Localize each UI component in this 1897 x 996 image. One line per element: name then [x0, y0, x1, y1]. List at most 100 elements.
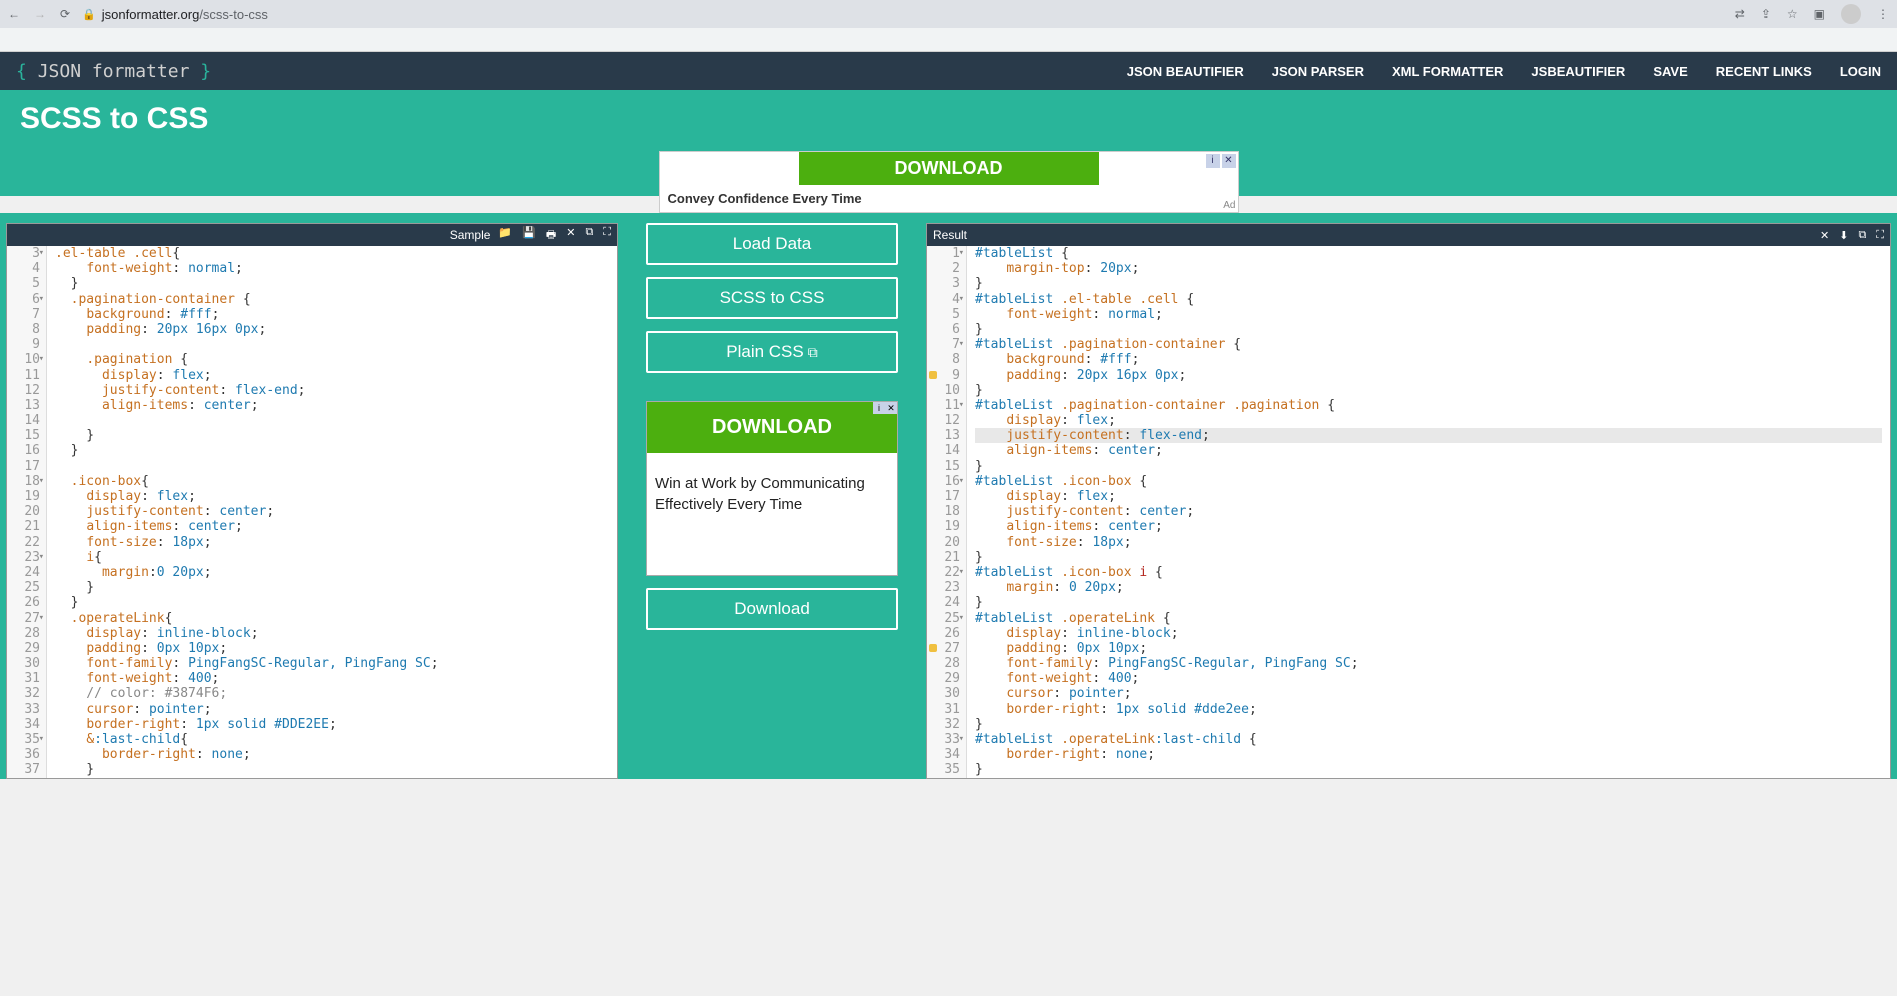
code-line[interactable]: } — [55, 595, 609, 610]
code-line[interactable]: background: #fff; — [55, 307, 609, 322]
code-line[interactable]: #tableList .el-table .cell { — [975, 292, 1882, 307]
nav-link-recent-links[interactable]: RECENT LINKS — [1716, 64, 1812, 79]
code-line[interactable]: align-items: center; — [55, 519, 609, 534]
code-line[interactable]: display: flex; — [975, 413, 1882, 428]
code-line[interactable]: #tableList .icon-box { — [975, 474, 1882, 489]
code-line[interactable]: } — [55, 443, 609, 458]
code-line[interactable]: font-weight: 400; — [975, 671, 1882, 686]
ad-mid-close-icon[interactable]: ✕ — [885, 402, 897, 414]
load-data-button[interactable]: Load Data — [646, 223, 898, 265]
code-line[interactable]: justify-content: center; — [975, 504, 1882, 519]
code-line[interactable]: align-items: center; — [55, 398, 609, 413]
code-line[interactable]: font-family: PingFangSC-Regular, PingFan… — [975, 656, 1882, 671]
fullscreen-icon[interactable]: ⛶ — [603, 226, 611, 245]
code-line[interactable]: justify-content: flex-end; — [975, 428, 1882, 443]
code-line[interactable]: font-family: PingFangSC-Regular, PingFan… — [55, 656, 609, 671]
code-line[interactable]: border-right: none; — [975, 747, 1882, 762]
code-line[interactable]: } — [975, 550, 1882, 565]
download-button[interactable]: Download — [646, 588, 898, 630]
clear-icon[interactable]: ✕ — [566, 226, 575, 245]
url-bar[interactable]: 🔒 jsonformatter.org/scss-to-css — [82, 7, 268, 22]
code-line[interactable]: border-right: none; — [55, 747, 609, 762]
code-line[interactable]: &:last-child{ — [55, 732, 609, 747]
code-line[interactable]: } — [55, 276, 609, 291]
code-line[interactable]: display: flex; — [55, 489, 609, 504]
code-line[interactable]: .pagination-container { — [55, 292, 609, 307]
code-line[interactable]: padding: 0px 10px; — [975, 641, 1882, 656]
code-line[interactable]: } — [55, 428, 609, 443]
code-line[interactable]: background: #fff; — [975, 352, 1882, 367]
code-line[interactable]: } — [975, 459, 1882, 474]
ad-download-button[interactable]: DOWNLOAD — [799, 152, 1099, 185]
code-line[interactable]: display: inline-block; — [55, 626, 609, 641]
nav-link-xml-formatter[interactable]: XML FORMATTER — [1392, 64, 1503, 79]
code-line[interactable]: .pagination { — [55, 352, 609, 367]
result-clear-icon[interactable]: ✕ — [1820, 229, 1829, 242]
code-line[interactable]: margin:0 20px; — [55, 565, 609, 580]
code-line[interactable]: font-size: 18px; — [55, 535, 609, 550]
code-line[interactable]: border-right: 1px solid #DDE2EE; — [55, 717, 609, 732]
save-icon[interactable]: 💾 — [522, 226, 536, 245]
code-line[interactable]: #tableList .pagination-container { — [975, 337, 1882, 352]
ad-close-icon[interactable]: ✕ — [1222, 154, 1236, 168]
code-line[interactable]: } — [55, 580, 609, 595]
code-line[interactable]: } — [975, 383, 1882, 398]
code-line[interactable]: font-weight: normal; — [55, 261, 609, 276]
translate-icon[interactable]: ⇄ — [1735, 7, 1745, 21]
code-line[interactable]: font-size: 18px; — [975, 535, 1882, 550]
code-line[interactable]: padding: 0px 10px; — [55, 641, 609, 656]
sample-link[interactable]: Sample — [450, 228, 491, 242]
code-line[interactable]: .operateLink{ — [55, 611, 609, 626]
code-line[interactable]: border-right: 1px solid #dde2ee; — [975, 702, 1882, 717]
brand-logo[interactable]: { JSON formatter } — [16, 61, 211, 82]
back-icon[interactable]: ← — [8, 7, 20, 21]
share-icon[interactable]: ⇪ — [1761, 7, 1771, 21]
code-line[interactable] — [55, 413, 609, 428]
code-line[interactable]: } — [975, 595, 1882, 610]
bookmark-icon[interactable]: ☆ — [1787, 7, 1798, 21]
nav-link-json-parser[interactable]: JSON PARSER — [1272, 64, 1364, 79]
code-line[interactable]: margin-top: 20px; — [975, 261, 1882, 276]
code-line[interactable]: #tableList .operateLink { — [975, 611, 1882, 626]
code-line[interactable]: #tableList .pagination-container .pagina… — [975, 398, 1882, 413]
result-download-icon[interactable]: ⬇ — [1839, 229, 1848, 242]
code-line[interactable]: justify-content: flex-end; — [55, 383, 609, 398]
code-line[interactable]: align-items: center; — [975, 519, 1882, 534]
code-line[interactable]: #tableList .operateLink:last-child { — [975, 732, 1882, 747]
ad-mid-info-icon[interactable]: i — [873, 402, 885, 414]
input-editor[interactable]: 3456789101112131415161718192021222324252… — [7, 246, 617, 778]
print-icon[interactable]: 🖶 — [546, 226, 556, 245]
code-line[interactable]: cursor: pointer; — [975, 686, 1882, 701]
code-line[interactable]: #tableList { — [975, 246, 1882, 261]
code-line[interactable]: i{ — [55, 550, 609, 565]
ad-info-icon[interactable]: i — [1206, 154, 1220, 168]
code-line[interactable]: align-items: center; — [975, 443, 1882, 458]
code-line[interactable]: padding: 20px 16px 0px; — [55, 322, 609, 337]
ad-mid-download-button[interactable]: DOWNLOAD — [647, 402, 897, 453]
plain-css-button[interactable]: Plain CSS⧉ — [646, 331, 898, 373]
nav-link-save[interactable]: SAVE — [1653, 64, 1687, 79]
extension-icon[interactable]: ▣ — [1814, 7, 1825, 21]
result-copy-icon[interactable]: ⧉ — [1858, 229, 1866, 242]
result-editor[interactable]: 1234567891011121314151617181920212223242… — [927, 246, 1890, 778]
code-line[interactable]: margin: 0 20px; — [975, 580, 1882, 595]
code-line[interactable]: #tableList .icon-box i { — [975, 565, 1882, 580]
convert-button[interactable]: SCSS to CSS — [646, 277, 898, 319]
code-line[interactable]: font-weight: normal; — [975, 307, 1882, 322]
code-line[interactable]: justify-content: center; — [55, 504, 609, 519]
code-line[interactable]: display: inline-block; — [975, 626, 1882, 641]
code-line[interactable] — [55, 337, 609, 352]
nav-link-json-beautifier[interactable]: JSON BEAUTIFIER — [1127, 64, 1244, 79]
code-line[interactable]: // color: #3874F6; — [55, 686, 609, 701]
code-line[interactable]: display: flex; — [55, 368, 609, 383]
ad-banner-top[interactable]: i ✕ DOWNLOAD Convey Confidence Every Tim… — [659, 151, 1239, 213]
code-line[interactable]: } — [55, 762, 609, 777]
code-line[interactable]: font-weight: 400; — [55, 671, 609, 686]
copy-icon[interactable]: ⧉ — [585, 226, 593, 245]
folder-icon[interactable]: 📁 — [498, 226, 512, 245]
code-line[interactable] — [55, 459, 609, 474]
reload-icon[interactable]: ⟳ — [60, 7, 70, 21]
code-line[interactable]: } — [975, 322, 1882, 337]
code-line[interactable]: display: flex; — [975, 489, 1882, 504]
code-line[interactable]: } — [975, 717, 1882, 732]
